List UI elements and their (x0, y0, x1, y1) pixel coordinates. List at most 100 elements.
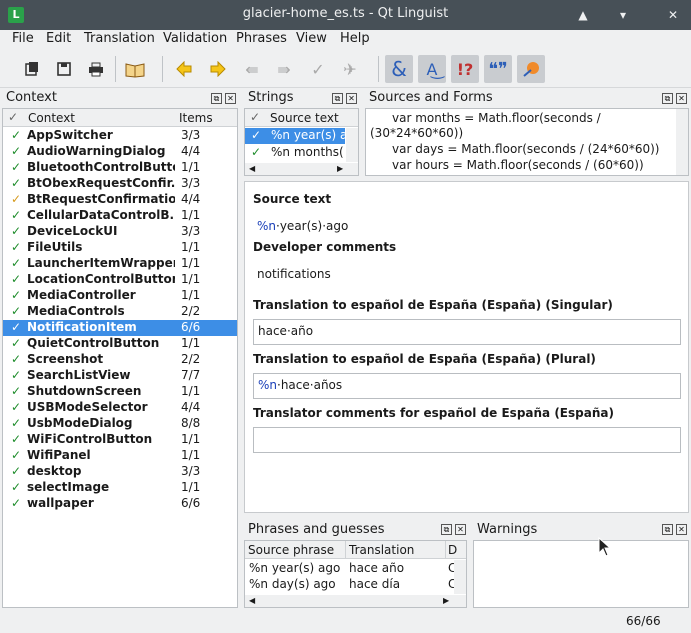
check-icon: ✓ (10, 176, 22, 190)
prev-unfinished-icon[interactable]: ⇚ (238, 55, 266, 83)
context-row[interactable]: ✓ ShutdownScreen 1/1 (3, 384, 237, 400)
done-next-icon[interactable]: ✓ (304, 55, 332, 83)
phrase-matches-icon[interactable]: ❝❞ (484, 55, 512, 83)
next-arrow-icon[interactable] (204, 55, 232, 83)
accelerators-icon[interactable]: & (385, 55, 413, 83)
context-row[interactable]: ✓ MediaControls 2/2 (3, 304, 237, 320)
check-icon: ✓ (10, 368, 22, 382)
menu-validation[interactable]: Validation (163, 31, 227, 46)
context-row[interactable]: ✓ BluetoothControlButton 1/1 (3, 160, 237, 176)
plural-translation-field[interactable]: %n·hace·años (253, 373, 681, 399)
context-row[interactable]: ✓ FileUtils 1/1 (3, 240, 237, 256)
menu-translation[interactable]: Translation (84, 31, 155, 46)
source-text-column-header[interactable]: Source text (270, 111, 339, 125)
check-icon: ✓ (10, 320, 22, 334)
context-name: BtRequestConfirmatio... (27, 192, 175, 206)
minimize-button[interactable]: ▾ (614, 6, 632, 24)
menu-file[interactable]: File (12, 31, 34, 46)
close-icon[interactable]: ✕ (664, 6, 682, 24)
context-items: 3/3 (181, 464, 201, 478)
float-icon[interactable]: ⧉ (662, 524, 673, 535)
phrase-row[interactable]: %n day(s) ago hace día C (245, 576, 456, 592)
singular-translation-field[interactable]: hace·año (253, 319, 681, 345)
print-icon[interactable] (82, 55, 110, 83)
context-row[interactable]: ✓ selectImage 1/1 (3, 480, 237, 496)
float-icon[interactable]: ⧉ (441, 524, 452, 535)
context-row[interactable]: ✓ desktop 3/3 (3, 464, 237, 480)
float-icon[interactable]: ⧉ (332, 93, 343, 104)
context-row[interactable]: ✓ AppSwitcher 3/3 (3, 128, 237, 144)
phrasebook-icon[interactable] (121, 55, 149, 83)
place-markers-icon[interactable] (517, 55, 545, 83)
definition-column-header[interactable]: D (448, 543, 457, 557)
context-name: DeviceLockUI (27, 224, 118, 238)
progress-count: 66/66 (626, 614, 661, 628)
source-text-rest: ·year(s)·ago (276, 219, 349, 233)
next-unfinished-icon[interactable]: ⇛ (270, 55, 298, 83)
context-row[interactable]: ✓ AudioWarningDialog 4/4 (3, 144, 237, 160)
context-row[interactable]: ✓ USBModeSelector 4/4 (3, 400, 237, 416)
phrases-horizontal-scrollbar[interactable]: ◀ ▶ (245, 595, 466, 607)
context-list: ✓ Context Items ✓ AppSwitcher 3/3 ✓ AudioWar… (2, 108, 238, 608)
float-icon[interactable]: ⧉ (211, 93, 222, 104)
context-row[interactable]: ✓ CellularDataControlB... 1/1 (3, 208, 237, 224)
context-items: 7/7 (181, 368, 201, 382)
code-line: var days = Math.floor(seconds / (24*60*6… (392, 142, 660, 156)
open-icon[interactable] (18, 55, 46, 83)
close-icon[interactable]: ✕ (346, 93, 357, 104)
close-icon[interactable]: ✕ (676, 93, 687, 104)
check-icon: ✓ (10, 480, 22, 494)
menu-view[interactable]: View (296, 31, 327, 46)
close-icon[interactable]: ✕ (455, 524, 466, 535)
context-name: NotificationItem (27, 320, 137, 334)
context-row[interactable]: ✓ QuietControlButton 1/1 (3, 336, 237, 352)
prev-arrow-icon[interactable] (170, 55, 198, 83)
check-icon: ✓ (10, 464, 22, 478)
context-name: selectImage (27, 480, 110, 494)
context-row[interactable]: ✓ LauncherItemWrapper 1/1 (3, 256, 237, 272)
context-row[interactable]: ✓ SearchListView 7/7 (3, 368, 237, 384)
context-row[interactable]: ✓ LocationControlButton 1/1 (3, 272, 237, 288)
strings-horizontal-scrollbar[interactable]: ◀ ▶ (245, 163, 358, 175)
context-row[interactable]: ✓ Screenshot 2/2 (3, 352, 237, 368)
items-column-header[interactable]: Items (179, 111, 213, 125)
warning-check-icon: ✓ (10, 192, 22, 206)
phrases-vertical-scrollbar[interactable] (454, 560, 466, 594)
save-icon[interactable] (50, 55, 78, 83)
context-row[interactable]: ✓ BtObexRequestConfir... 3/3 (3, 176, 237, 192)
context-name: LocationControlButton (27, 272, 175, 286)
done-icon[interactable]: ✈ (336, 55, 364, 83)
context-row[interactable]: ✓ BtRequestConfirmatio... 4/4 (3, 192, 237, 208)
strings-vertical-scrollbar[interactable] (346, 128, 358, 162)
sources-vertical-scrollbar[interactable] (676, 109, 688, 175)
string-row[interactable]: ✓ %n months( (245, 145, 345, 161)
source-phrase-column-header[interactable]: Source phrase (248, 543, 334, 557)
menu-help[interactable]: Help (340, 31, 370, 46)
context-row[interactable]: ✓ wallpaper 6/6 (3, 496, 237, 512)
context-row[interactable]: ✓ MediaController 1/1 (3, 288, 237, 304)
translator-comments-field[interactable] (253, 427, 681, 453)
string-row-selected[interactable]: ✓ %n year(s) a (245, 128, 347, 144)
context-name: UsbModeDialog (27, 416, 133, 430)
context-row[interactable]: ✓ WifiPanel 1/1 (3, 448, 237, 464)
close-icon[interactable]: ✕ (225, 93, 236, 104)
surrounding-whitespace-icon[interactable]: A͜ (418, 55, 446, 83)
context-column-header[interactable]: Context (28, 111, 75, 125)
float-icon[interactable]: ⧉ (662, 93, 673, 104)
context-row[interactable]: ✓ UsbModeDialog 8/8 (3, 416, 237, 432)
menu-edit[interactable]: Edit (46, 31, 71, 46)
check-icon: ✓ (10, 288, 22, 302)
close-icon[interactable]: ✕ (676, 524, 687, 535)
check-icon: ✓ (10, 496, 22, 510)
minimize-icon[interactable]: ▲ (574, 6, 592, 24)
menu-phrases[interactable]: Phrases (236, 31, 287, 46)
phrase-row[interactable]: %n year(s) ago hace año C (245, 560, 456, 576)
punctuation-icon[interactable]: !? (451, 55, 479, 83)
context-row[interactable]: ✓ WiFiControlButton 1/1 (3, 432, 237, 448)
translation-column-header[interactable]: Translation (349, 543, 414, 557)
context-row[interactable]: ✓ NotificationItem 6/6 (3, 320, 237, 336)
sources-code-view[interactable]: var months = Math.floor(seconds / (30*24… (365, 108, 689, 176)
context-items: 1/1 (181, 384, 201, 398)
code-line: var months = Math.floor(seconds / (392, 111, 601, 125)
context-row[interactable]: ✓ DeviceLockUI 3/3 (3, 224, 237, 240)
